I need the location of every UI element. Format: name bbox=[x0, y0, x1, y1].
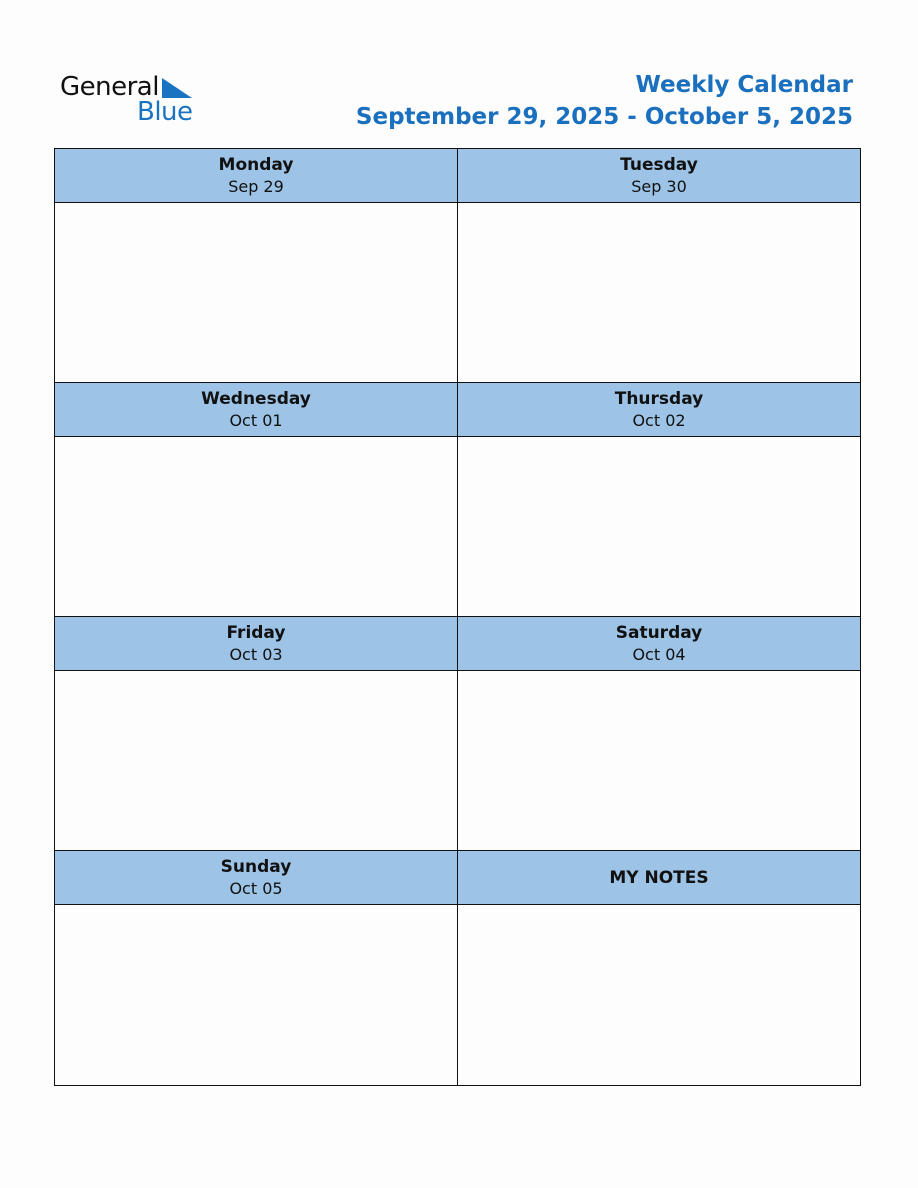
day-name: Sunday bbox=[220, 856, 292, 877]
day-header: Sunday Oct 05 bbox=[55, 851, 457, 905]
day-date: Sep 29 bbox=[228, 176, 284, 196]
day-notes-area[interactable] bbox=[55, 905, 457, 1085]
day-name: Tuesday bbox=[620, 154, 698, 175]
logo-triangle-icon bbox=[162, 78, 192, 98]
notes-area[interactable] bbox=[458, 905, 860, 1085]
day-date: Oct 04 bbox=[632, 644, 686, 664]
day-date: Oct 01 bbox=[229, 410, 283, 430]
notes-label: MY NOTES bbox=[609, 867, 709, 888]
day-date: Oct 03 bbox=[229, 644, 283, 664]
day-cell-thursday: Thursday Oct 02 bbox=[458, 383, 860, 617]
page-header: Weekly Calendar September 29, 2025 - Oct… bbox=[356, 70, 853, 134]
day-header: Monday Sep 29 bbox=[55, 149, 457, 203]
day-notes-area[interactable] bbox=[458, 671, 860, 850]
logo-text-blue: Blue bbox=[137, 97, 193, 127]
day-name: Friday bbox=[226, 622, 286, 643]
day-date: Oct 05 bbox=[229, 878, 283, 898]
day-date: Sep 30 bbox=[631, 176, 687, 196]
day-notes-area[interactable] bbox=[55, 437, 457, 616]
day-cell-sunday: Sunday Oct 05 bbox=[55, 851, 458, 1085]
notes-header: MY NOTES bbox=[458, 851, 860, 905]
date-range: September 29, 2025 - October 5, 2025 bbox=[355, 104, 853, 130]
calendar-grid: Monday Sep 29 Tuesday Sep 30 Wednesday O… bbox=[54, 148, 861, 1086]
day-header: Saturday Oct 04 bbox=[458, 617, 860, 671]
day-cell-friday: Friday Oct 03 bbox=[55, 617, 458, 851]
day-name: Monday bbox=[218, 154, 294, 175]
day-notes-area[interactable] bbox=[55, 203, 457, 382]
day-header: Wednesday Oct 01 bbox=[55, 383, 457, 437]
day-notes-area[interactable] bbox=[458, 203, 860, 382]
day-cell-saturday: Saturday Oct 04 bbox=[458, 617, 860, 851]
day-notes-area[interactable] bbox=[458, 437, 860, 616]
day-name: Saturday bbox=[615, 622, 703, 643]
day-name: Thursday bbox=[614, 388, 704, 409]
day-header: Tuesday Sep 30 bbox=[458, 149, 860, 203]
day-notes-area[interactable] bbox=[55, 671, 457, 850]
day-cell-monday: Monday Sep 29 bbox=[55, 149, 458, 383]
notes-cell: MY NOTES bbox=[458, 851, 860, 1085]
day-name: Wednesday bbox=[201, 388, 311, 409]
day-header: Thursday Oct 02 bbox=[458, 383, 860, 437]
day-cell-wednesday: Wednesday Oct 01 bbox=[55, 383, 458, 617]
day-header: Friday Oct 03 bbox=[55, 617, 457, 671]
day-cell-tuesday: Tuesday Sep 30 bbox=[458, 149, 860, 383]
logo: General Blue bbox=[60, 72, 200, 132]
page-title: Weekly Calendar bbox=[635, 72, 853, 98]
day-date: Oct 02 bbox=[632, 410, 686, 430]
